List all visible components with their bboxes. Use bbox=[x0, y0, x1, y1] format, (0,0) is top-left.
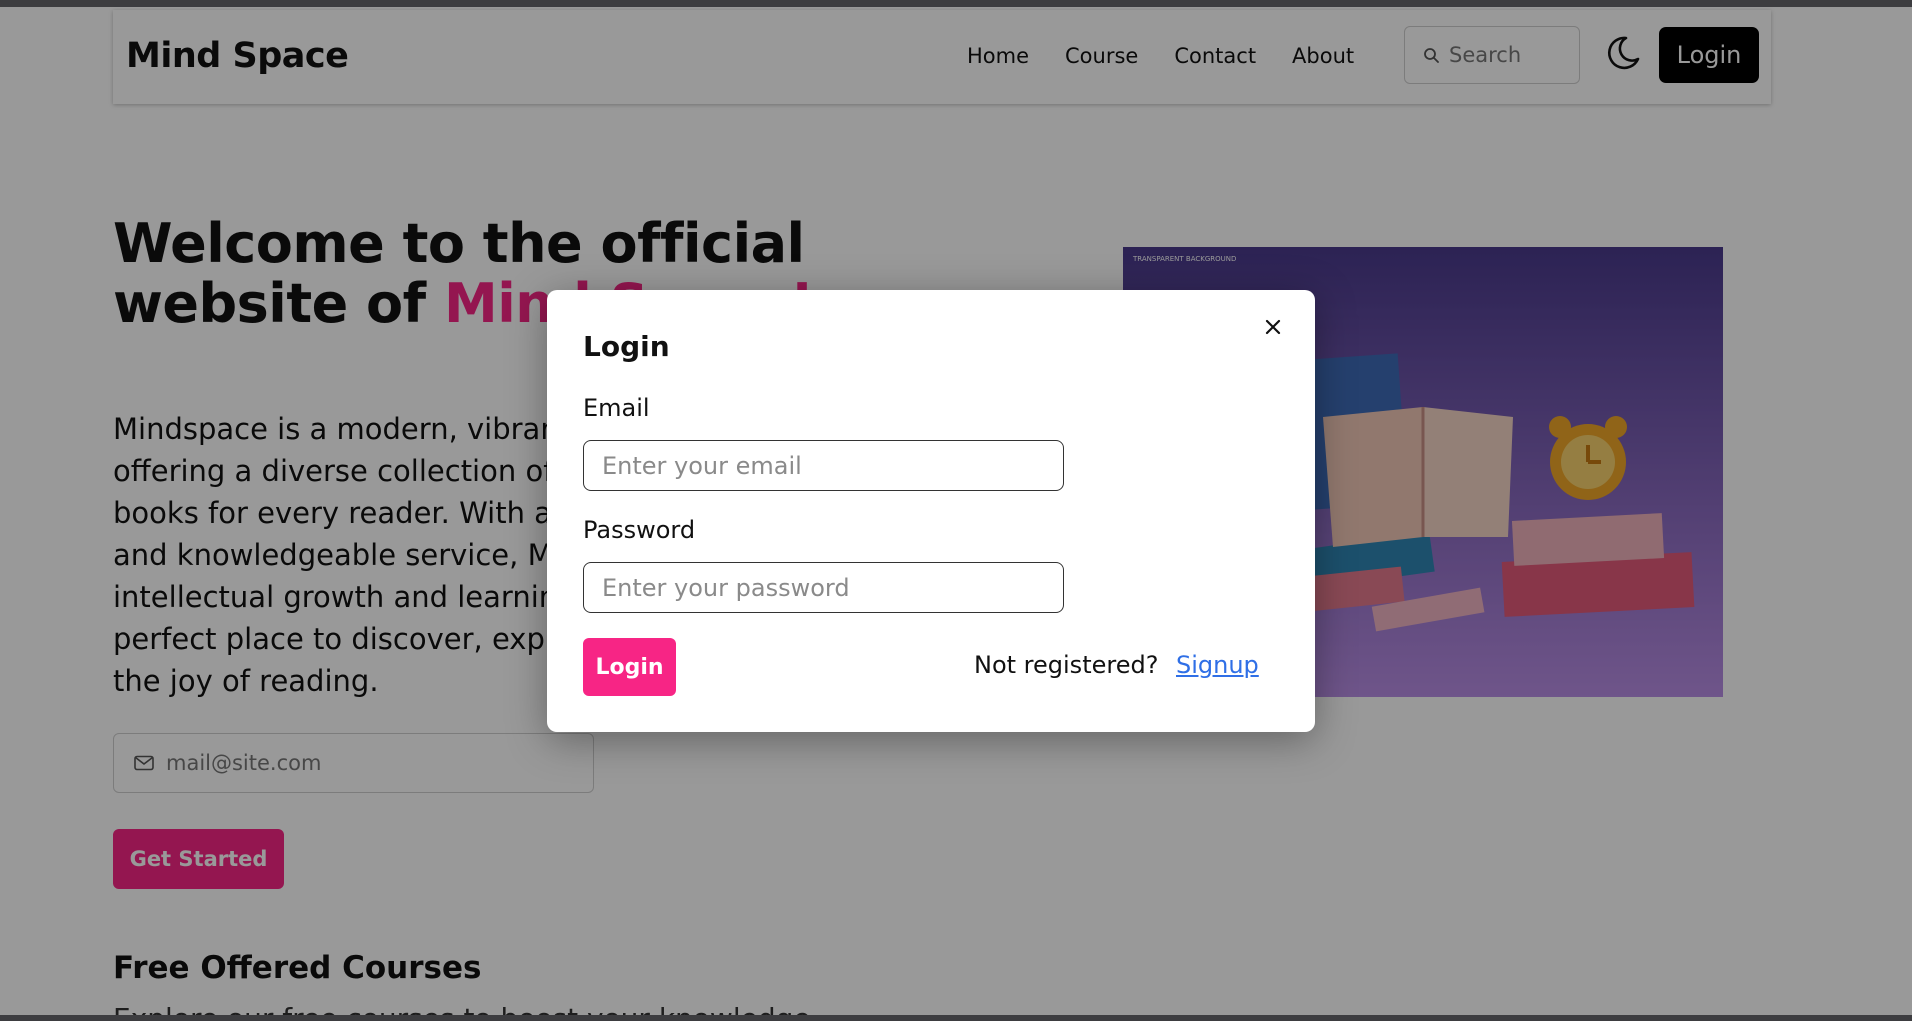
password-field[interactable]: Enter your password bbox=[583, 562, 1064, 613]
modal-login-button[interactable]: Login bbox=[583, 638, 676, 696]
modal-title: Login bbox=[583, 330, 670, 363]
signup-link[interactable]: Signup bbox=[1176, 651, 1259, 679]
close-icon[interactable] bbox=[1263, 317, 1283, 337]
password-field-placeholder: Enter your password bbox=[602, 573, 850, 602]
login-modal: Login Email Enter your email Password En… bbox=[547, 290, 1315, 732]
email-field[interactable]: Enter your email bbox=[583, 440, 1064, 491]
not-registered-text: Not registered? bbox=[974, 651, 1159, 679]
email-field-placeholder: Enter your email bbox=[602, 451, 802, 480]
window-bottom-bar bbox=[0, 1015, 1912, 1021]
password-label: Password bbox=[583, 516, 696, 544]
email-label: Email bbox=[583, 394, 650, 422]
window-top-bar bbox=[0, 0, 1912, 7]
